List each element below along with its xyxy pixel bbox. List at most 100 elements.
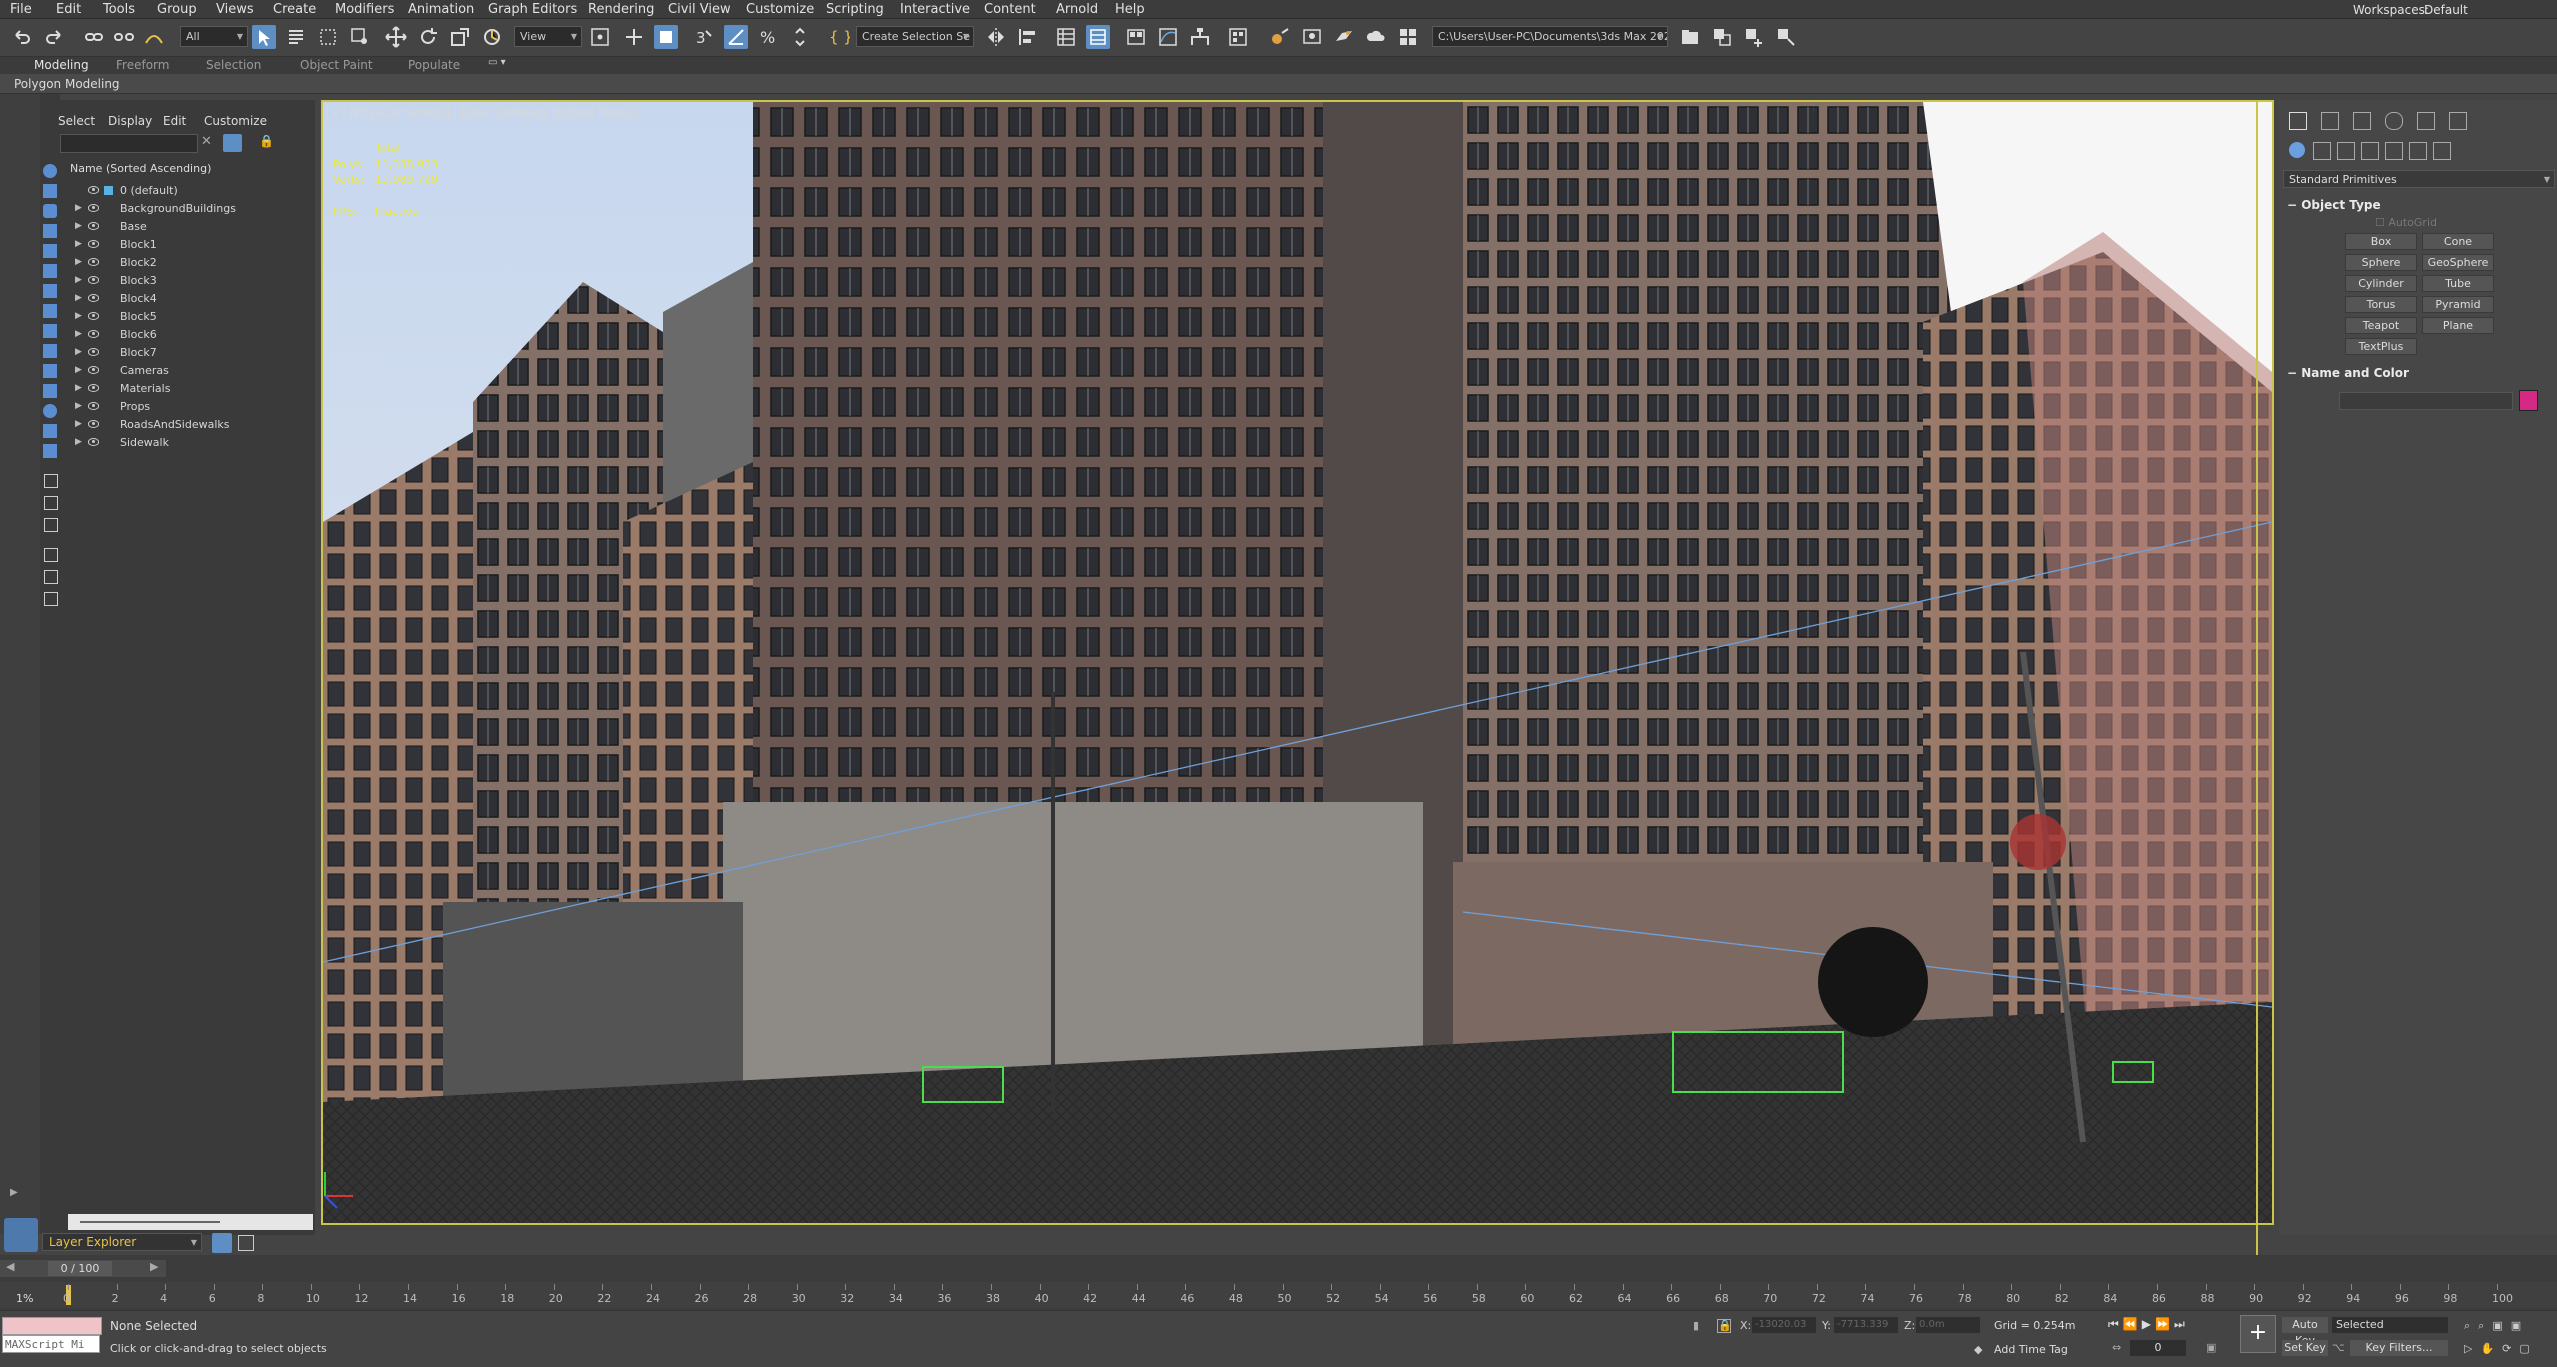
object-color-swatch[interactable]	[2519, 390, 2538, 411]
cylinder-button[interactable]: Cylinder	[2345, 275, 2417, 292]
zoom-icon[interactable]: ⌕	[2464, 1319, 2478, 1332]
scrollbar-thumb[interactable]	[80, 1221, 220, 1223]
keyboard-shortcut-override-icon[interactable]	[654, 25, 678, 49]
shape-filter-icon[interactable]	[43, 184, 57, 198]
menu-arnold[interactable]: Arnold	[1056, 2, 1098, 17]
helpers-icon[interactable]	[2385, 142, 2403, 160]
container-filter-icon[interactable]	[43, 344, 57, 358]
explorer-column-header[interactable]: Name (Sorted Ascending)	[70, 162, 211, 175]
menu-file[interactable]: File	[10, 2, 32, 17]
set-project-folder-icon[interactable]	[1678, 25, 1702, 49]
expand-panel-arrow-icon[interactable]: ▶	[10, 1187, 18, 1198]
display-tab-icon[interactable]	[2417, 112, 2435, 130]
time-configuration-icon[interactable]: ▣	[2206, 1341, 2216, 1354]
torus-button[interactable]: Torus	[2345, 296, 2417, 313]
spacewarp-filter-icon[interactable]	[43, 264, 57, 278]
ribbon-options-icon[interactable]: ▭ ▾	[488, 57, 506, 68]
explorer-dock-icon[interactable]	[4, 1218, 38, 1252]
expand-arrow-icon[interactable]: ▶	[75, 326, 82, 343]
zoom-all-icon[interactable]: ⌕	[2478, 1319, 2492, 1332]
isolate-selection-icon[interactable]: ▮	[1693, 1319, 1699, 1332]
layer-row-default[interactable]: 0 (default)	[68, 182, 315, 199]
layer-row[interactable]: ▶ RoadsAndSidewalks	[68, 416, 315, 433]
explorer-search-input[interactable]	[60, 134, 198, 153]
layer-row[interactable]: ▶ Block2	[68, 254, 315, 271]
layer-row[interactable]: ▶ Block5	[68, 308, 315, 325]
scene-mode-icon[interactable]	[238, 1235, 254, 1251]
layer-explorer-dropdown[interactable]: Layer Explorer ▼	[42, 1233, 202, 1251]
cameras-icon[interactable]	[2361, 142, 2379, 160]
layer-row[interactable]: ▶ Cameras	[68, 362, 315, 379]
clear-search-icon[interactable]: ✕	[201, 134, 212, 149]
explorer-tab-edit[interactable]: Edit	[163, 114, 186, 128]
group-filter-icon[interactable]	[43, 284, 57, 298]
expand-arrow-icon[interactable]: ▶	[75, 344, 82, 361]
layer-mode-icon[interactable]	[212, 1233, 232, 1253]
add-time-tag[interactable]: Add Time Tag	[1994, 1343, 2068, 1356]
expand-arrow-icon[interactable]: ▶	[75, 218, 82, 235]
viewport-label[interactable]: [+] [PhysCamera001] [User Defined] [Edge…	[326, 106, 636, 120]
field-of-view-icon[interactable]: ▷	[2464, 1342, 2480, 1355]
menu-civil-view[interactable]: Civil View	[668, 2, 731, 17]
key-filters-button[interactable]: Key Filters...	[2350, 1340, 2448, 1356]
auto-key-button[interactable]: Auto Key	[2282, 1317, 2328, 1347]
explorer-hscrollbar[interactable]	[68, 1214, 313, 1230]
explorer-tab-display[interactable]: Display	[108, 114, 152, 128]
angle-snap-icon[interactable]	[724, 25, 748, 49]
menu-group[interactable]: Group	[157, 2, 197, 17]
filter-toggle-icon[interactable]	[223, 134, 242, 152]
window-crossing-icon[interactable]	[348, 25, 372, 49]
zoom-extents-icon[interactable]: ▣	[2492, 1319, 2510, 1332]
visibility-eye-icon[interactable]	[88, 258, 99, 266]
textplus-button[interactable]: TextPlus	[2345, 338, 2417, 355]
tube-button[interactable]: Tube	[2422, 275, 2494, 292]
sphere-filter-icon[interactable]	[43, 164, 57, 178]
sync-selection-icon[interactable]	[44, 474, 58, 488]
visibility-eye-icon[interactable]	[88, 312, 99, 320]
create-tab-icon[interactable]	[2289, 112, 2307, 130]
visibility-eye-icon[interactable]	[88, 402, 99, 410]
layer-row[interactable]: ▶ Block6	[68, 326, 315, 343]
spinner-snap-icon[interactable]	[788, 25, 812, 49]
motion-tab-icon[interactable]	[2385, 112, 2403, 130]
maxscript-listener-top[interactable]	[2, 1317, 102, 1335]
coord-z-field[interactable]: 0.0m	[1916, 1317, 1980, 1333]
selection-set-dropdown[interactable]: Selected	[2332, 1317, 2448, 1333]
menu-scripting[interactable]: Scripting	[826, 2, 884, 17]
name-and-color-rollout-header[interactable]: − Name and Color	[2287, 366, 2409, 380]
named-selection-dropdown[interactable]: Create Selection Se ▼	[856, 26, 974, 47]
visibility-eye-icon[interactable]	[88, 420, 99, 428]
cone-button[interactable]: Cone	[2422, 233, 2494, 250]
set-key-button[interactable]: Set Key	[2282, 1340, 2328, 1356]
render-production-icon[interactable]	[1332, 25, 1356, 49]
layer-row[interactable]: ▶ Props	[68, 398, 315, 415]
light-filter-icon[interactable]	[43, 204, 57, 218]
absolute-mode-icon[interactable]	[1717, 1319, 1731, 1333]
funnel-icon[interactable]	[44, 570, 58, 584]
curve-editor-icon[interactable]	[1156, 25, 1180, 49]
next-frame-icon[interactable]: ⏩	[2155, 1317, 2174, 1331]
visibility-eye-icon[interactable]	[88, 186, 99, 194]
snaps-toggle-icon[interactable]: 3	[692, 25, 716, 49]
zoom-extents-all-icon[interactable]: ▣	[2511, 1319, 2529, 1332]
visibility-eye-icon[interactable]	[88, 348, 99, 356]
visibility-eye-icon[interactable]	[88, 384, 99, 392]
a360-gallery-icon[interactable]	[1396, 25, 1420, 49]
autogrid-checkbox[interactable]: ☐ AutoGrid	[2375, 216, 2437, 229]
modify-tab-icon[interactable]	[2321, 112, 2339, 130]
set-key-big-icon[interactable]: +	[2240, 1315, 2276, 1353]
unlink-icon[interactable]	[112, 25, 136, 49]
menu-create[interactable]: Create	[273, 2, 316, 17]
edit-named-selection-icon[interactable]: { }	[826, 25, 850, 49]
menu-edit[interactable]: Edit	[56, 2, 81, 17]
hierarchy-tab-icon[interactable]	[2353, 112, 2371, 130]
ribbon-tab-populate[interactable]: Populate	[408, 58, 460, 72]
lock-cell-icon[interactable]	[44, 496, 58, 510]
expand-arrow-icon[interactable]: ▶	[75, 236, 82, 253]
layer-row[interactable]: ▶ Block1	[68, 236, 315, 253]
geometry-icon[interactable]	[2289, 142, 2305, 158]
go-to-start-icon[interactable]: ⏮	[2108, 1317, 2123, 1331]
visibility-eye-icon[interactable]	[88, 366, 99, 374]
layer-row[interactable]: ▶ Block3	[68, 272, 315, 289]
geosphere-button[interactable]: GeoSphere	[2422, 254, 2494, 271]
